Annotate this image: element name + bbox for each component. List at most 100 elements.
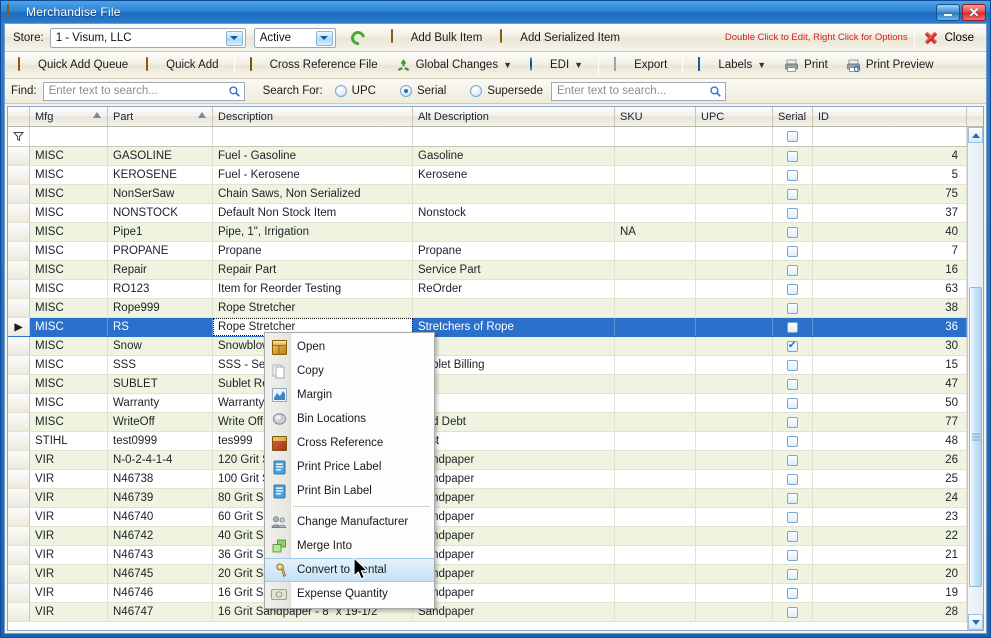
serial-checkbox[interactable]	[787, 188, 798, 200]
edi-button[interactable]: EDI ▼	[521, 53, 592, 77]
serial-checkbox[interactable]	[787, 340, 798, 352]
cell-mfg[interactable]: MISC	[30, 147, 108, 165]
cell-mfg[interactable]: MISC	[30, 318, 108, 336]
cell-part[interactable]: WriteOff	[108, 413, 213, 431]
cell-alt_description[interactable]	[413, 337, 615, 355]
cell-upc[interactable]	[696, 565, 773, 583]
table-row[interactable]: VIR N46747 16 Grit Sandpaper - 8" x 19-1/2…	[8, 603, 983, 622]
row-selector[interactable]	[8, 280, 30, 298]
cell-sku[interactable]	[615, 546, 696, 564]
find-input[interactable]: Enter text to search...	[42, 81, 245, 101]
menu-item-copy[interactable]: Copy	[265, 359, 434, 383]
vertical-scrollbar[interactable]	[967, 127, 983, 630]
table-row[interactable]: VIRN4674520 Grit SandpaperSandpaper20	[8, 565, 983, 584]
cell-mfg[interactable]: MISC	[30, 223, 108, 241]
cell-id[interactable]: 37	[813, 204, 967, 222]
serial-checkbox[interactable]	[787, 568, 798, 580]
cell-description[interactable]: Item for Reorder Testing	[213, 280, 413, 298]
cell-serial[interactable]	[773, 185, 813, 203]
cell-description[interactable]: Rope Stretcher	[213, 299, 413, 317]
cell-alt_description[interactable]: Sandpaper	[413, 603, 615, 621]
cell-upc[interactable]	[696, 489, 773, 507]
cell-sku[interactable]	[615, 147, 696, 165]
cell-serial[interactable]	[773, 584, 813, 602]
grid-filter-row[interactable]	[8, 127, 983, 147]
serial-checkbox[interactable]	[787, 473, 798, 485]
cell-upc[interactable]	[696, 432, 773, 450]
cell-id[interactable]: 40	[813, 223, 967, 241]
table-row[interactable]: VIRN-0-2-4-1-4120 Grit SandpaperSandpape…	[8, 451, 983, 470]
cell-upc[interactable]	[696, 242, 773, 260]
cell-part[interactable]: RO123	[108, 280, 213, 298]
quick-add-queue-button[interactable]: Quick Add Queue	[9, 53, 137, 77]
cell-upc[interactable]	[696, 584, 773, 602]
cell-upc[interactable]	[696, 470, 773, 488]
cell-mfg[interactable]: VIR	[30, 489, 108, 507]
table-row[interactable]: VIRN4674336 Grit SandpaperSandpaper21	[8, 546, 983, 565]
table-row[interactable]: STIHL test0999 tes999 Test 48	[8, 432, 983, 451]
cell-serial[interactable]	[773, 508, 813, 526]
cell-part[interactable]: KEROSENE	[108, 166, 213, 184]
table-row[interactable]: MISC GASOLINE Fuel - Gasoline Gasoline 4	[8, 147, 983, 166]
cell-id[interactable]: 5	[813, 166, 967, 184]
cell-description[interactable]: Repair Part	[213, 261, 413, 279]
row-selector[interactable]	[8, 299, 30, 317]
minimize-button[interactable]	[936, 3, 960, 21]
table-row[interactable]: VIRN46738100 Grit SandpaperSandpaper25	[8, 470, 983, 489]
cell-mfg[interactable]: MISC	[30, 375, 108, 393]
cell-upc[interactable]	[696, 356, 773, 374]
table-row[interactable]: ▶ MISC RS Rope Stretcher Stretchers of Rope 3…	[8, 318, 983, 337]
row-selector[interactable]	[8, 356, 30, 374]
cell-serial[interactable]	[773, 337, 813, 355]
cell-part[interactable]: NonSerSaw	[108, 185, 213, 203]
cell-serial[interactable]	[773, 375, 813, 393]
column-header-serial[interactable]: Serial	[773, 107, 813, 126]
cell-serial[interactable]	[773, 394, 813, 412]
close-window-button[interactable]: ✕	[962, 3, 986, 21]
menu-item-expense-quantity[interactable]: Expense Quantity	[265, 582, 434, 606]
cell-id[interactable]: 24	[813, 489, 967, 507]
cell-upc[interactable]	[696, 223, 773, 241]
cell-sku[interactable]	[615, 242, 696, 260]
menu-item-change-manufacturer[interactable]: Change Manufacturer	[265, 510, 434, 534]
serial-checkbox[interactable]	[787, 150, 798, 162]
cell-mfg[interactable]: STIHL	[30, 432, 108, 450]
row-selector[interactable]	[8, 603, 30, 621]
menu-item-cross-reference[interactable]: Cross Reference	[265, 431, 434, 455]
cell-alt_description[interactable]	[413, 299, 615, 317]
serial-checkbox[interactable]	[787, 435, 798, 447]
cell-part[interactable]: Rope999	[108, 299, 213, 317]
table-row[interactable]: MISCSnowSnowblower30	[8, 337, 983, 356]
cell-description[interactable]: Propane	[213, 242, 413, 260]
scrollbar-thumb[interactable]	[969, 287, 982, 587]
table-row[interactable]: VIRN4674240 Grit SandpaperSandpaper22	[8, 527, 983, 546]
cell-upc[interactable]	[696, 527, 773, 545]
serial-checkbox[interactable]	[787, 606, 798, 618]
search-icon[interactable]	[227, 84, 242, 99]
column-header-description[interactable]: Description	[213, 107, 413, 126]
print-button[interactable]: Print	[775, 53, 837, 77]
row-selector[interactable]	[8, 375, 30, 393]
cell-upc[interactable]	[696, 185, 773, 203]
cell-sku[interactable]	[615, 584, 696, 602]
cell-sku[interactable]	[615, 489, 696, 507]
cell-mfg[interactable]: MISC	[30, 280, 108, 298]
table-row[interactable]: MISC PROPANE Propane Propane 7	[8, 242, 983, 261]
cell-serial[interactable]	[773, 204, 813, 222]
cell-alt_description[interactable]: Gasoline	[413, 147, 615, 165]
cell-serial[interactable]	[773, 432, 813, 450]
cell-part[interactable]: N46742	[108, 527, 213, 545]
serial-checkbox[interactable]	[787, 378, 798, 390]
cell-mfg[interactable]: MISC	[30, 261, 108, 279]
search-for-input[interactable]: Enter text to search...	[550, 81, 726, 101]
cell-sku[interactable]	[615, 280, 696, 298]
cell-sku[interactable]	[615, 185, 696, 203]
filter-cell-upc[interactable]	[696, 127, 773, 146]
cell-description[interactable]: Fuel - Kerosene	[213, 166, 413, 184]
table-row[interactable]: MISC Pipe1 Pipe, 1", Irrigation NA 40	[8, 223, 983, 242]
column-header-part[interactable]: Part	[108, 107, 213, 126]
cell-alt_description[interactable]: Sandpaper	[413, 546, 615, 564]
cell-mfg[interactable]: MISC	[30, 204, 108, 222]
cell-id[interactable]: 19	[813, 584, 967, 602]
cell-part[interactable]: test0999	[108, 432, 213, 450]
